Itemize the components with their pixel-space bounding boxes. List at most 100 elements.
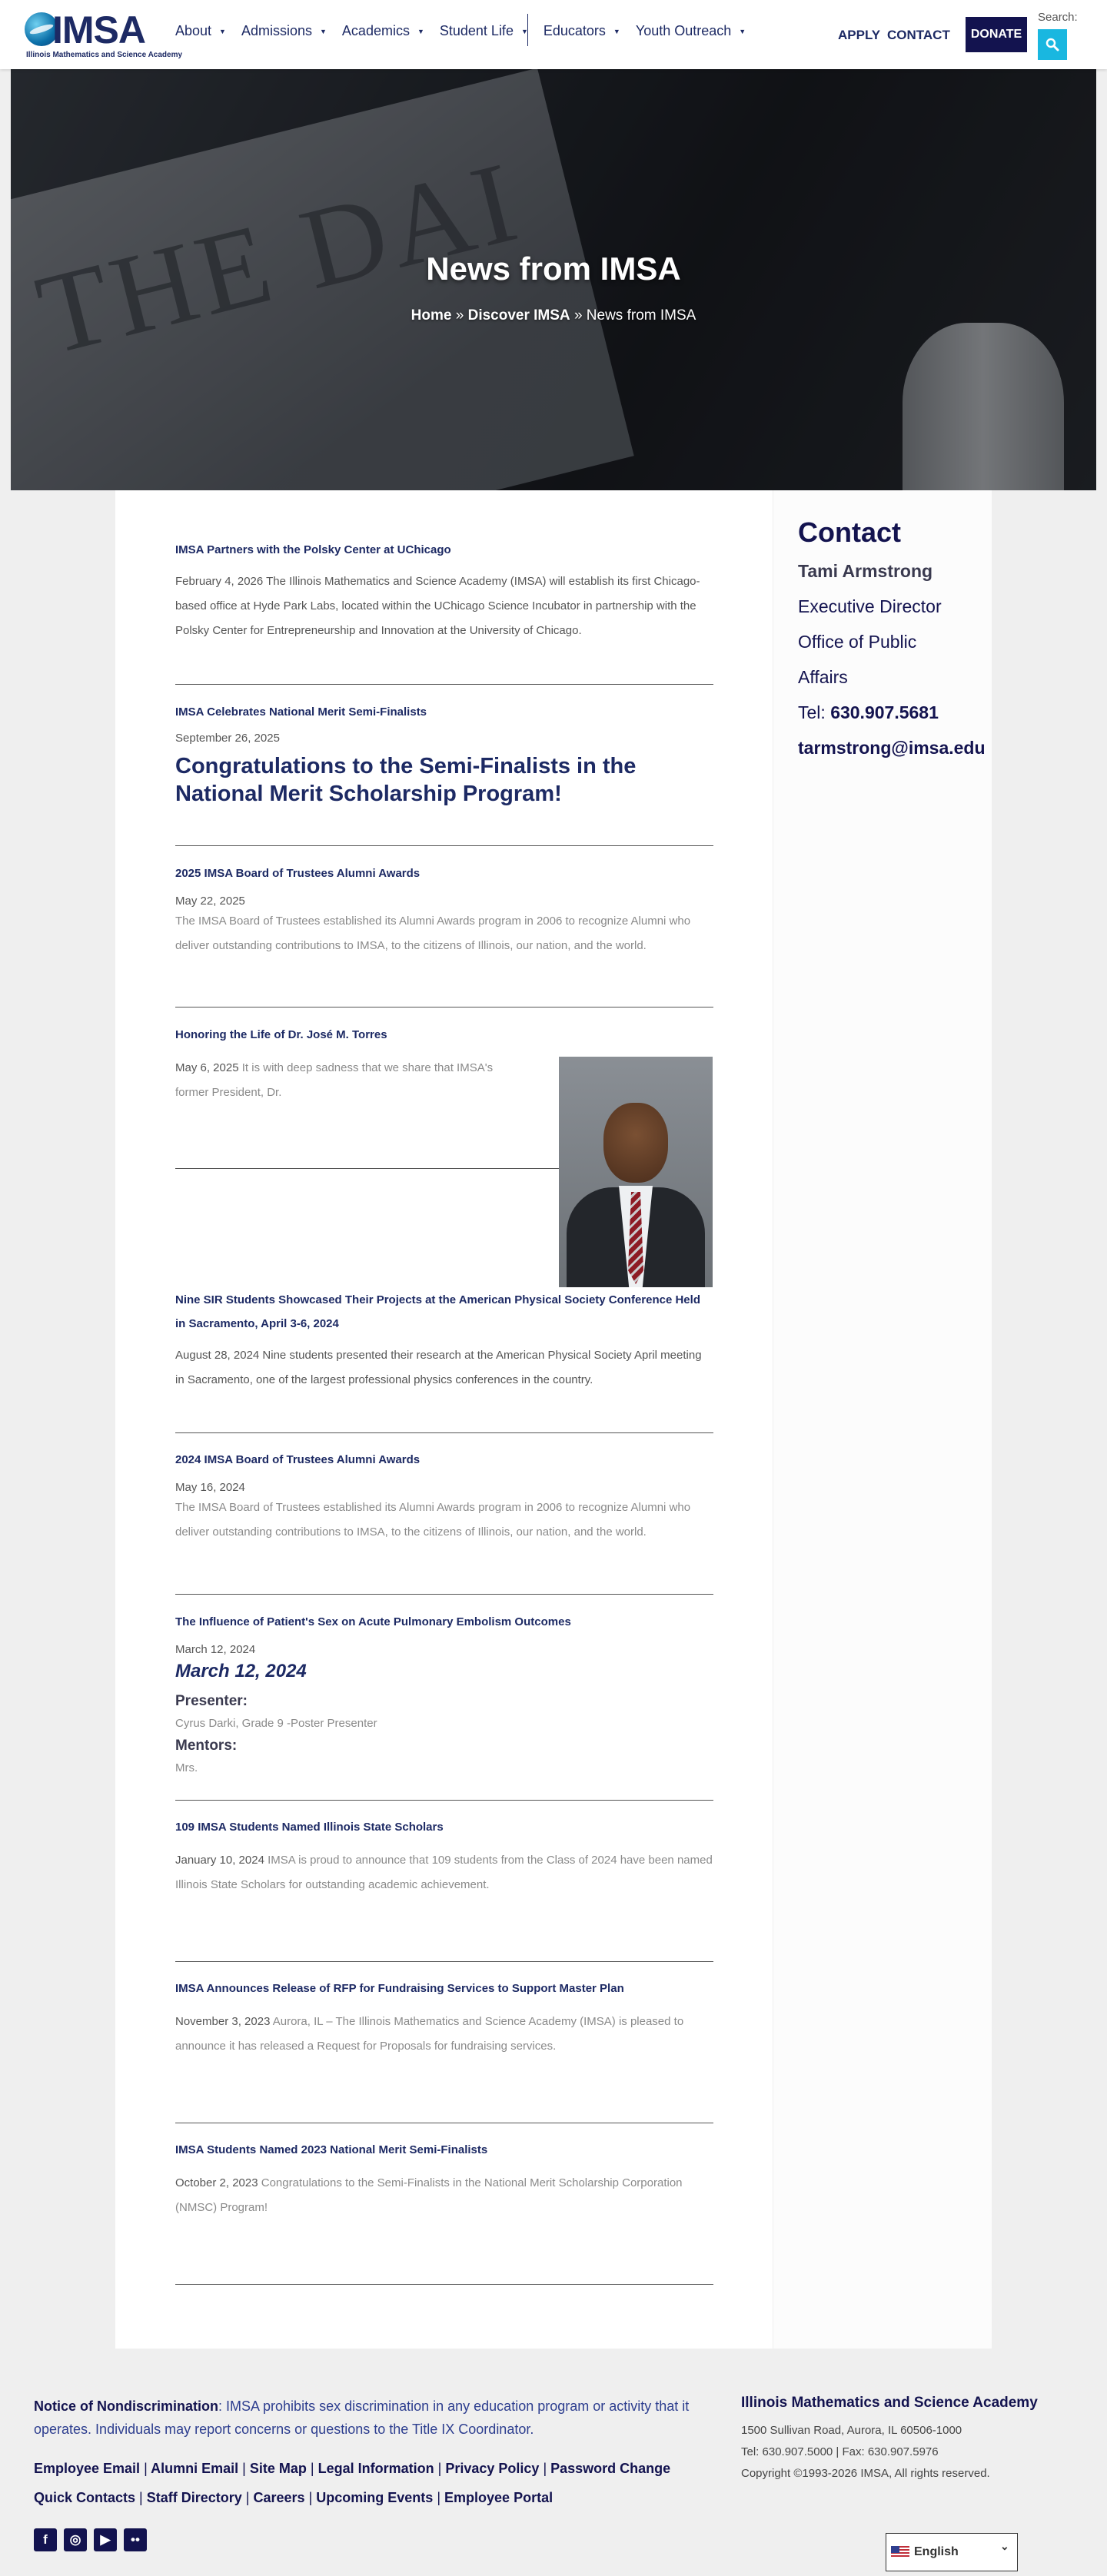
link-separator: |	[245, 2490, 250, 2505]
news-item-title-link[interactable]: The Influence of Patient's Sex on Acute …	[175, 1610, 713, 1634]
footer-link-careers[interactable]: Careers	[254, 2490, 305, 2505]
page-title: News from IMSA	[426, 251, 681, 287]
nav-item-admissions[interactable]: Admissions ▼	[241, 23, 327, 39]
nav-label: About	[175, 23, 212, 38]
caret-down-icon: ▼	[320, 27, 327, 35]
news-item-title-link[interactable]: Nine SIR Students Showcased Their Projec…	[175, 1288, 713, 1336]
footer-link-upcoming-events[interactable]: Upcoming Events	[316, 2490, 433, 2505]
breadcrumb-separator: »	[573, 307, 583, 324]
youtube-icon[interactable]: ▶	[94, 2528, 117, 2551]
facebook-icon[interactable]: f	[34, 2528, 57, 2551]
language-label: English	[914, 2545, 959, 2558]
news-item-title-link[interactable]: 2025 IMSA Board of Trustees Alumni Award…	[175, 861, 713, 885]
portrait-head	[603, 1103, 668, 1183]
divider	[175, 684, 713, 685]
main-nav: About ▼ Admissions ▼ Academics ▼ Student…	[175, 23, 761, 39]
divider	[175, 1594, 713, 1595]
search-button[interactable]	[1038, 29, 1067, 60]
news-item: IMSA Celebrates National Merit Semi-Fina…	[175, 700, 713, 808]
news-item-title-link[interactable]: IMSA Celebrates National Merit Semi-Fina…	[175, 700, 713, 724]
link-separator: |	[144, 2461, 148, 2476]
donate-button[interactable]: DONATE	[966, 17, 1027, 52]
nav-label: Academics	[341, 23, 410, 38]
news-item: 109 IMSA Students Named Illinois State S…	[175, 1815, 713, 1897]
mentors-value: Mrs.	[175, 1761, 198, 1774]
caret-down-icon: ▼	[613, 27, 620, 35]
footer-link-alumni-email[interactable]: Alumni Email	[151, 2461, 238, 2476]
footer-link-quick-contacts[interactable]: Quick Contacts	[34, 2490, 135, 2505]
nav-item-about[interactable]: About ▼	[175, 23, 226, 39]
breadcrumb-current: News from IMSA	[586, 307, 696, 324]
contact-link[interactable]: CONTACT	[887, 28, 950, 43]
footer-link-password-change[interactable]: Password Change	[550, 2461, 670, 2476]
breadcrumb-separator: »	[455, 307, 464, 324]
apply-link[interactable]: APPLY	[838, 28, 880, 43]
breadcrumb: Home » Discover IMSA » News from IMSA	[11, 307, 1096, 324]
news-item-title-link[interactable]: 2024 IMSA Board of Trustees Alumni Award…	[175, 1448, 713, 1472]
footer-link-employee-email[interactable]: Employee Email	[34, 2461, 140, 2476]
footer-links-row-1: Employee Email | Alumni Email | Site Map…	[34, 2461, 670, 2477]
caret-down-icon: ▼	[219, 27, 226, 35]
caret-down-icon: ▼	[417, 27, 424, 35]
link-separator: |	[139, 2490, 143, 2505]
breadcrumb-section-link[interactable]: Discover IMSA	[468, 307, 570, 324]
contact-phone: Tel: 630.907.5681	[798, 702, 939, 723]
news-item: Nine SIR Students Showcased Their Projec…	[175, 1288, 713, 1393]
news-item: IMSA Announces Release of RFP for Fundra…	[175, 1977, 713, 2059]
nav-item-student-life[interactable]: Student Life ▼	[440, 23, 528, 39]
news-item-date: September 26, 2025	[175, 732, 280, 745]
contact-email-link[interactable]: tarmstrong@imsa.edu	[798, 738, 986, 759]
nondiscrimination-notice: Notice of Nondiscrimination: IMSA prohib…	[34, 2395, 726, 2441]
site-header: IMSA Illinois Mathematics and Science Ac…	[0, 0, 1107, 69]
social-links: f ◎ ▶ ••	[34, 2528, 147, 2551]
news-item-date: May 6, 2025	[175, 1061, 239, 1074]
portrait-photo	[559, 1057, 713, 1287]
notice-label: Notice of Nondiscrimination	[34, 2398, 219, 2414]
flickr-icon[interactable]: ••	[124, 2528, 147, 2551]
news-item-date: November 3, 2023	[175, 2015, 271, 2028]
news-item-title-link[interactable]: IMSA Announces Release of RFP for Fundra…	[175, 1977, 713, 2000]
footer-org-name: Illinois Mathematics and Science Academy	[741, 2395, 1038, 2411]
nav-label: Youth Outreach	[635, 23, 732, 38]
us-flag-icon	[891, 2546, 909, 2558]
footer-link-legal-information[interactable]: Legal Information	[318, 2461, 434, 2476]
news-item-excerpt: August 28, 2024 Nine students presented …	[175, 1349, 702, 1386]
news-item-subhead: March 12, 2024	[175, 1661, 307, 1681]
news-item: 2024 IMSA Board of Trustees Alumni Award…	[175, 1448, 713, 1545]
link-separator: |	[437, 2461, 442, 2476]
imsa-logo[interactable]: IMSA Illinois Mathematics and Science Ac…	[25, 9, 182, 59]
news-item-headline: Congratulations to the Semi-Finalists in…	[175, 754, 637, 806]
news-item-title-link[interactable]: IMSA Partners with the Polsky Center at …	[175, 538, 713, 562]
footer-phones: Tel: 630.907.5000 | Fax: 630.907.5976	[741, 2445, 939, 2458]
logo-subtitle: Illinois Mathematics and Science Academy	[26, 51, 183, 59]
news-item-date: January 10, 2024	[175, 1854, 264, 1867]
news-item-title-link[interactable]: Honoring the Life of Dr. José M. Torres	[175, 1023, 713, 1047]
nav-label: Admissions	[241, 23, 312, 38]
phone-label: Tel:	[798, 702, 826, 722]
news-item: IMSA Partners with the Polsky Center at …	[175, 538, 713, 643]
instagram-icon[interactable]: ◎	[64, 2528, 87, 2551]
news-item-excerpt: January 10, 2024 IMSA is proud to announ…	[175, 1848, 713, 1897]
nav-item-educators[interactable]: Educators ▼	[544, 23, 620, 39]
nav-item-youth-outreach[interactable]: Youth Outreach ▼	[636, 23, 746, 39]
nav-item-academics[interactable]: Academics ▼	[342, 23, 424, 39]
divider	[175, 1168, 560, 1169]
footer-link-staff-directory[interactable]: Staff Directory	[147, 2490, 242, 2505]
language-selector[interactable]: English ⌄	[886, 2533, 1018, 2571]
link-separator: |	[543, 2461, 547, 2476]
news-item-title-link[interactable]: 109 IMSA Students Named Illinois State S…	[175, 1815, 713, 1839]
footer-copyright: Copyright ©1993-2026 IMSA, All rights re…	[741, 2467, 990, 2480]
news-item-excerpt: October 2, 2023 Congratulations to the S…	[175, 2171, 713, 2220]
breadcrumb-home-link[interactable]: Home	[411, 307, 452, 324]
nav-divider	[527, 14, 528, 46]
footer-link-site-map[interactable]: Site Map	[250, 2461, 307, 2476]
nav-label: Student Life	[439, 23, 514, 38]
divider	[175, 1432, 713, 1433]
news-item-excerpt: May 6, 2025 It is with deep sadness that…	[175, 1056, 521, 1105]
mentors-label: Mentors:	[175, 1738, 238, 1754]
phone-link[interactable]: 630.907.5681	[830, 702, 939, 722]
footer-link-employee-portal[interactable]: Employee Portal	[444, 2490, 553, 2505]
news-item-title-link[interactable]: IMSA Students Named 2023 National Merit …	[175, 2138, 713, 2162]
footer-link-privacy-policy[interactable]: Privacy Policy	[445, 2461, 539, 2476]
divider	[175, 1961, 713, 1962]
